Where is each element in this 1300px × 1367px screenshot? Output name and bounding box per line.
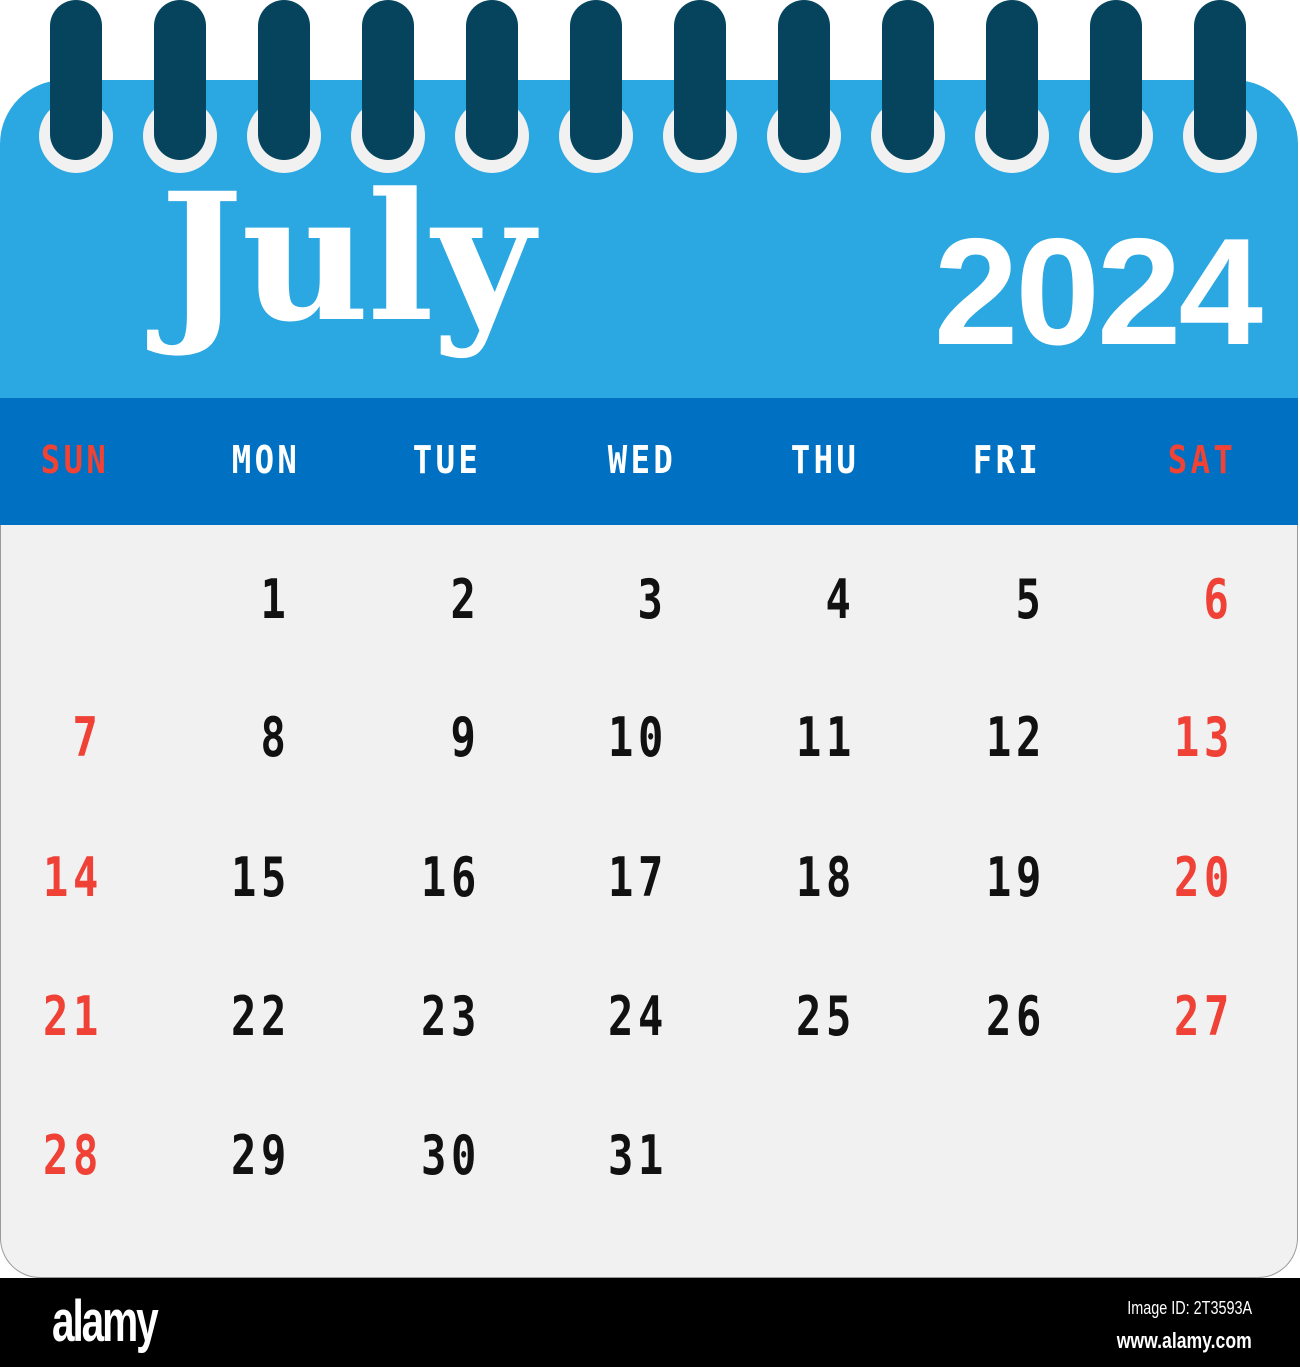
- weekday-wed: WED: [607, 438, 677, 482]
- day-cell[interactable]: 5: [1016, 570, 1046, 630]
- day-cell[interactable]: 10: [608, 708, 668, 768]
- day-cell[interactable]: 24: [608, 987, 668, 1047]
- weekday-tue: TUE: [412, 438, 482, 482]
- day-cell[interactable]: 22: [231, 987, 291, 1047]
- day-cell[interactable]: 13: [1174, 708, 1234, 768]
- day-cell[interactable]: 17: [608, 848, 668, 908]
- day-cell[interactable]: 4: [826, 570, 856, 630]
- day-cell[interactable]: 9: [451, 708, 481, 768]
- weekday-sun: SUN: [40, 438, 110, 482]
- binder-ring-icon: [154, 0, 206, 160]
- footer-bar: alamy Image ID: 2T3593A www.alamy.com: [0, 1278, 1300, 1367]
- weekday-mon: MON: [231, 438, 301, 482]
- binder-ring-icon: [362, 0, 414, 160]
- day-cell[interactable]: 30: [421, 1126, 481, 1186]
- day-cell[interactable]: 2: [451, 570, 481, 630]
- day-cell[interactable]: 20: [1174, 848, 1234, 908]
- binder-ring-icon: [882, 0, 934, 160]
- day-cell[interactable]: 7: [73, 708, 103, 768]
- binder-ring-icon: [674, 0, 726, 160]
- year-title: 2024: [933, 207, 1263, 377]
- day-cell[interactable]: 26: [986, 987, 1046, 1047]
- site-url: www.alamy.com: [1117, 1328, 1252, 1353]
- day-cell[interactable]: 21: [43, 987, 103, 1047]
- binder-ring-icon: [1090, 0, 1142, 160]
- day-cell[interactable]: 27: [1174, 987, 1234, 1047]
- day-cell[interactable]: 16: [421, 848, 481, 908]
- day-cell[interactable]: 3: [638, 570, 668, 630]
- binder-ring-icon: [1194, 0, 1246, 160]
- day-cell[interactable]: 25: [796, 987, 856, 1047]
- image-id: Image ID: 2T3593A: [1127, 1298, 1252, 1318]
- day-cell[interactable]: 15: [231, 848, 291, 908]
- day-cell[interactable]: 23: [421, 987, 481, 1047]
- day-cell[interactable]: 29: [231, 1126, 291, 1186]
- day-cell[interactable]: 19: [986, 848, 1046, 908]
- day-cell[interactable]: 12: [986, 708, 1046, 768]
- calendar: July 2024 SUN MON TUE WED THU FRI SAT 12345678…: [0, 0, 1300, 1278]
- day-cell[interactable]: 1: [261, 570, 291, 630]
- binder-ring-icon: [570, 0, 622, 160]
- day-cell[interactable]: 6: [1204, 570, 1234, 630]
- day-cell[interactable]: 14: [43, 848, 103, 908]
- day-cell[interactable]: 31: [608, 1126, 668, 1186]
- day-cell[interactable]: 28: [43, 1126, 103, 1186]
- binder-ring-icon: [50, 0, 102, 160]
- weekday-sat: SAT: [1167, 438, 1237, 482]
- day-cell[interactable]: 8: [261, 708, 291, 768]
- day-cell[interactable]: 11: [796, 708, 856, 768]
- day-cell[interactable]: 18: [796, 848, 856, 908]
- brand-logo: alamy: [52, 1289, 159, 1354]
- month-title: July: [160, 154, 534, 361]
- binder-ring-icon: [986, 0, 1038, 160]
- binder-ring-icon: [778, 0, 830, 160]
- binder-ring-icon: [258, 0, 310, 160]
- binder-ring-icon: [466, 0, 518, 160]
- weekday-thu: THU: [790, 438, 860, 482]
- weekday-fri: FRI: [972, 438, 1042, 482]
